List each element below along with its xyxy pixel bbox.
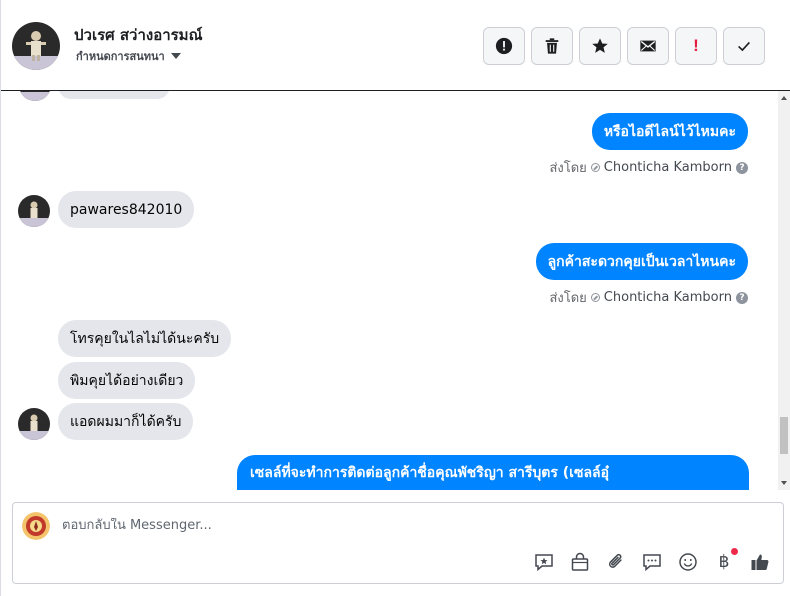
conversation-window: ปวเรศ สว่างอารมณ์ กำหนดการสนทนา ! หรือไอ… bbox=[0, 0, 790, 596]
message-bubble-outgoing[interactable]: ลูกค้าสะดวกคุยเป็นเวลาไหนคะ bbox=[535, 243, 748, 280]
reply-input[interactable] bbox=[62, 518, 662, 533]
mark-unread-button[interactable] bbox=[627, 27, 669, 65]
alert-circle-icon bbox=[495, 37, 513, 55]
chevron-down-icon bbox=[170, 53, 181, 59]
message-thread[interactable]: หรือไอดีไลน์ไว้ไหมคะ ส่งโดย Chonticha Ka… bbox=[1, 91, 779, 490]
trash-icon bbox=[545, 38, 559, 54]
done-button[interactable] bbox=[723, 27, 765, 65]
check-icon bbox=[738, 41, 750, 52]
reply-composer: ฿ bbox=[12, 502, 784, 584]
sent-by-line: ส่งโดย Chonticha Kamborn ? bbox=[549, 287, 748, 308]
conversation-settings-label: กำหนดการสนทนา bbox=[76, 50, 165, 63]
agent-status-icon bbox=[590, 293, 600, 302]
scroll-down-arrow[interactable] bbox=[781, 481, 787, 485]
shop-bag-icon bbox=[571, 552, 589, 571]
payment-button[interactable]: ฿ bbox=[713, 548, 738, 573]
envelope-icon bbox=[640, 40, 656, 52]
emoji-icon bbox=[679, 553, 697, 571]
conversation-header: ปวเรศ สว่างอารมณ์ กำหนดการสนทนา ! bbox=[1, 0, 790, 91]
header-actions: ! bbox=[483, 27, 765, 65]
like-icon bbox=[751, 554, 769, 570]
notification-dot bbox=[731, 548, 738, 555]
contact-avatar[interactable] bbox=[12, 22, 60, 70]
baht-icon: ฿ bbox=[718, 552, 730, 571]
shop-button[interactable] bbox=[569, 551, 591, 573]
message-bubble-incoming[interactable]: pawares842010 bbox=[58, 191, 195, 228]
attach-button[interactable] bbox=[605, 551, 627, 573]
star-button[interactable] bbox=[579, 27, 621, 65]
quick-reply-button[interactable] bbox=[641, 551, 663, 573]
contact-avatar-small bbox=[18, 195, 50, 227]
message-bubble-outgoing[interactable]: หรือไอดีไลน์ไว้ไหมคะ bbox=[591, 113, 748, 150]
saved-reply-button[interactable] bbox=[533, 551, 555, 573]
contact-avatar-small bbox=[19, 91, 51, 101]
message-bubble-outgoing[interactable]: เซลล์ที่จะทำการติดต่อลูกค้าชื่อคุณพัชริญ… bbox=[237, 455, 749, 490]
message-bubble-incoming[interactable]: โทรคุยในไลไม่ได้นะครับ bbox=[58, 320, 232, 357]
attachment-icon bbox=[608, 553, 622, 568]
like-button[interactable] bbox=[749, 551, 771, 573]
star-icon bbox=[592, 38, 608, 53]
conversation-settings[interactable]: กำหนดการสนทนา bbox=[76, 47, 181, 65]
sent-by-prefix: ส่งโดย bbox=[549, 161, 587, 176]
sent-by-prefix: ส่งโดย bbox=[549, 291, 587, 306]
message-bubble-incoming[interactable]: แอดผมมาก็ได้ครับ bbox=[58, 403, 194, 440]
agent-status-icon bbox=[590, 163, 600, 172]
spam-button[interactable] bbox=[483, 27, 525, 65]
chat-bubble-icon bbox=[643, 554, 661, 572]
sent-by-line: ส่งโดย Chonticha Kamborn ? bbox=[549, 157, 748, 178]
message-bubble-incoming[interactable] bbox=[58, 91, 170, 99]
help-icon[interactable]: ? bbox=[736, 161, 748, 174]
help-icon[interactable]: ? bbox=[736, 291, 748, 304]
composer-toolbar: ฿ bbox=[533, 548, 771, 573]
message-bubble-incoming[interactable]: พิมคุยได้อย่างเดียว bbox=[58, 362, 196, 399]
saved-reply-icon bbox=[535, 554, 553, 572]
contact-name[interactable]: ปวเรศ สว่างอารมณ์ bbox=[74, 23, 203, 47]
message-scrollbar[interactable] bbox=[778, 91, 790, 490]
follow-up-button[interactable]: ! bbox=[675, 27, 717, 65]
page-avatar bbox=[22, 512, 50, 540]
exclamation-icon: ! bbox=[693, 36, 699, 55]
sent-by-name[interactable]: Chonticha Kamborn bbox=[604, 160, 732, 175]
delete-button[interactable] bbox=[531, 27, 573, 65]
emoji-button[interactable] bbox=[677, 551, 699, 573]
contact-avatar-small bbox=[18, 408, 50, 440]
sent-by-name[interactable]: Chonticha Kamborn bbox=[604, 290, 732, 305]
scroll-up-arrow[interactable] bbox=[781, 96, 787, 100]
scroll-thumb[interactable] bbox=[780, 417, 788, 454]
